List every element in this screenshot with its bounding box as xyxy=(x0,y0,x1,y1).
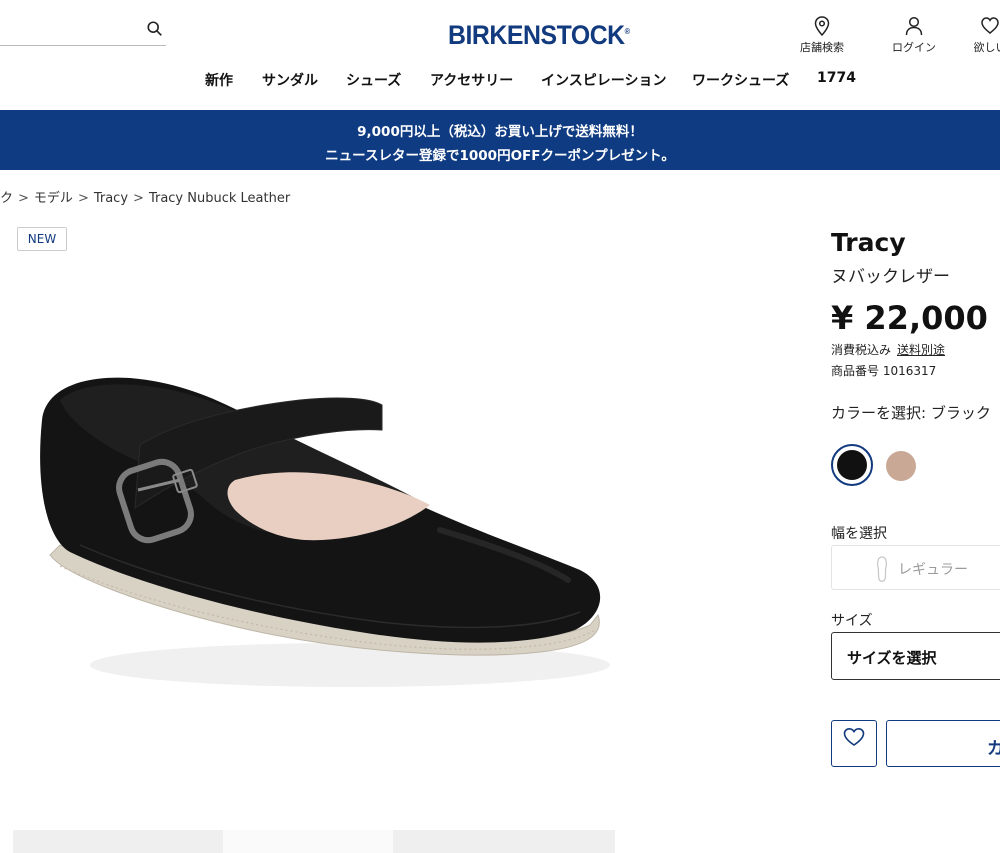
add-to-cart-button[interactable]: カ xyxy=(886,720,1000,767)
size-select-value: サイズを選択 xyxy=(847,649,937,667)
promo-banner[interactable]: 9,000円以上（税込）お買い上げで送料無料！ ニュースレター登録で1000円O… xyxy=(0,110,1000,170)
breadcrumb-item-0[interactable]: ク xyxy=(0,191,13,206)
nav-item-workshoes[interactable]: ワークシューズ xyxy=(692,70,789,90)
breadcrumb-item-model[interactable]: モデル xyxy=(34,191,73,206)
user-icon xyxy=(905,16,923,36)
nav-item-accessories[interactable]: アクセサリー xyxy=(430,70,513,90)
new-badge: NEW xyxy=(17,227,67,251)
color-swatch-taupe[interactable] xyxy=(886,451,916,481)
store-search-link[interactable]: 店舗検索 xyxy=(796,16,848,55)
tax-note: 消費税込み xyxy=(831,343,892,357)
breadcrumb: ク > モデル > Tracy > Tracy Nubuck Leather xyxy=(0,187,290,206)
store-search-label: 店舗検索 xyxy=(800,41,844,54)
promo-newsletter-text: ニュースレター登録で1000円OFFクーポンプレゼント。 xyxy=(325,148,675,164)
add-to-wishlist-button[interactable] xyxy=(831,720,877,767)
footprint-icon xyxy=(877,556,887,582)
width-option-label: レギュラー xyxy=(898,562,968,578)
login-link[interactable]: ログイン xyxy=(886,16,942,55)
nav-item-new[interactable]: 新作 xyxy=(205,70,233,90)
heart-icon xyxy=(981,17,999,34)
size-select[interactable]: サイズを選択 xyxy=(831,632,1000,680)
search-bar xyxy=(0,14,166,46)
nav-item-shoes[interactable]: シューズ xyxy=(346,70,401,90)
search-icon[interactable] xyxy=(146,20,164,38)
color-label: カラーを選択: ブラック xyxy=(831,404,991,422)
nav-item-sandals[interactable]: サンダル xyxy=(262,70,318,90)
color-swatch-black[interactable] xyxy=(837,450,867,480)
product-subtitle: ヌバックレザー xyxy=(831,267,950,287)
secondary-image-thumbnail[interactable] xyxy=(13,830,615,853)
nav-item-inspiration[interactable]: インスピレーション xyxy=(541,70,666,90)
breadcrumb-separator: > xyxy=(18,191,29,206)
product-name: Tracy xyxy=(831,228,906,257)
main-nav: 新作 サンダル シューズ アクセサリー インスピレーション ワークシューズ 17… xyxy=(0,70,1000,92)
product-code: 商品番号 1016317 xyxy=(831,364,937,378)
size-label: サイズ xyxy=(831,613,873,629)
breadcrumb-item-current: Tracy Nubuck Leather xyxy=(148,191,291,206)
width-option-regular[interactable]: レギュラー xyxy=(831,545,1000,590)
product-image[interactable] xyxy=(20,330,640,730)
location-pin-icon xyxy=(814,16,830,36)
wishlist-link[interactable]: 欲しい xyxy=(962,16,1000,55)
add-to-cart-label: カ xyxy=(987,734,1000,759)
login-label: ログイン xyxy=(892,41,936,54)
promo-shipping-text: 9,000円以上（税込）お買い上げで送料無料！ xyxy=(357,124,643,140)
heart-outline-icon xyxy=(843,727,865,746)
breadcrumb-separator: > xyxy=(133,191,144,206)
brand-logo[interactable]: BIRKENSTOCK® xyxy=(448,20,630,51)
breadcrumb-item-tracy[interactable]: Tracy xyxy=(94,191,128,206)
breadcrumb-separator: > xyxy=(77,191,89,206)
wishlist-label: 欲しい xyxy=(973,41,1000,54)
nav-item-1774[interactable]: 1774 xyxy=(817,70,856,86)
product-price: ¥ 22,000 xyxy=(831,299,988,337)
thumbnail-highlight xyxy=(223,830,393,853)
shipping-link[interactable]: 送料別途 xyxy=(897,343,945,357)
width-label: 幅を選択 xyxy=(831,526,887,542)
tax-shipping-note: 消費税込み 送料別途 xyxy=(831,341,945,358)
search-input[interactable] xyxy=(0,14,140,44)
